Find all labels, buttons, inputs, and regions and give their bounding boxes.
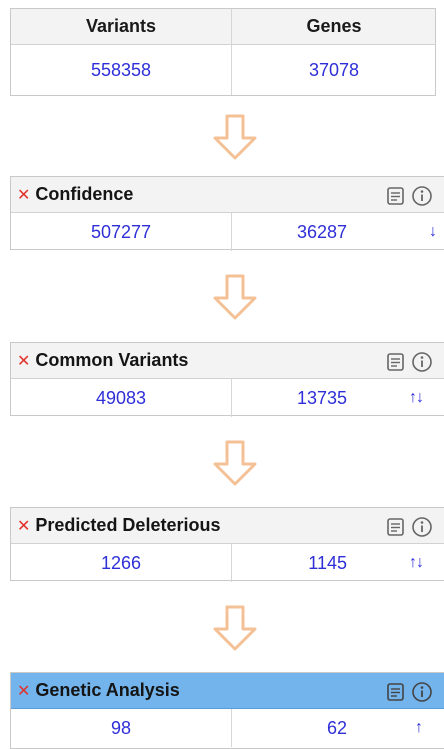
genes-count[interactable]: 13735 bbox=[231, 379, 347, 417]
down-arrow-icon bbox=[213, 114, 257, 160]
genes-column-header: Genes bbox=[306, 16, 362, 36]
variants-count[interactable]: 558358 bbox=[11, 45, 231, 95]
column-divider bbox=[231, 544, 232, 582]
filter-title: ✕ Common Variants bbox=[17, 350, 189, 370]
filter-title: ✕ Genetic Analysis bbox=[17, 680, 180, 700]
variants-count[interactable]: 1266 bbox=[11, 544, 231, 582]
filter-title: ✕ Confidence bbox=[17, 184, 134, 204]
down-arrow-icon bbox=[213, 274, 257, 320]
info-icon[interactable] bbox=[411, 681, 433, 703]
filter-counts-row: 98 62 ↑ bbox=[11, 709, 444, 747]
filter-box-common-variants: ✕ Common Variants 49083 13735 ↑↓ bbox=[10, 342, 444, 417]
filter-counts-row: 507277 36287 ↓ bbox=[11, 213, 444, 251]
sort-arrows-icon[interactable]: ↑↓ bbox=[409, 379, 424, 417]
remove-x-icon[interactable]: ✕ bbox=[17, 187, 30, 204]
filter-header: ✕ Genetic Analysis bbox=[11, 673, 444, 709]
filter-header: ✕ Confidence bbox=[11, 177, 444, 213]
remove-x-icon[interactable]: ✕ bbox=[17, 683, 30, 700]
info-icon[interactable] bbox=[411, 516, 433, 538]
filter-header-icons bbox=[385, 516, 433, 538]
column-divider bbox=[231, 213, 232, 251]
remove-x-icon[interactable]: ✕ bbox=[17, 353, 30, 370]
genes-count[interactable]: 62 bbox=[231, 709, 347, 747]
info-icon[interactable] bbox=[411, 185, 433, 207]
column-divider bbox=[231, 45, 232, 95]
notes-icon[interactable] bbox=[385, 681, 407, 703]
filter-counts-row: 49083 13735 ↑↓ bbox=[11, 379, 444, 417]
filter-box-genetic-analysis: ✕ Genetic Analysis 98 62 ↑ bbox=[10, 672, 444, 749]
genes-count[interactable]: 1145 bbox=[231, 544, 347, 582]
remove-x-icon[interactable]: ✕ bbox=[17, 518, 30, 535]
variants-count[interactable]: 49083 bbox=[11, 379, 231, 417]
notes-icon[interactable] bbox=[385, 516, 407, 538]
sort-arrows-icon[interactable]: ↑↓ bbox=[409, 544, 424, 582]
filter-header-icons bbox=[385, 351, 433, 373]
variants-count[interactable]: 98 bbox=[11, 709, 231, 747]
summary-panel: Variants Genes 558358 37078 bbox=[10, 8, 436, 96]
notes-icon[interactable] bbox=[385, 351, 407, 373]
variants-column-header: Variants bbox=[85, 16, 157, 36]
column-divider bbox=[231, 709, 232, 747]
filter-title: ✕ Predicted Deleterious bbox=[17, 515, 221, 535]
summary-header: Variants Genes bbox=[11, 9, 435, 45]
column-divider bbox=[231, 9, 232, 44]
filter-header: ✕ Predicted Deleterious bbox=[11, 508, 444, 544]
filter-box-predicted-deleterious: ✕ Predicted Deleterious 1266 1145 ↑↓ bbox=[10, 507, 444, 582]
down-arrow-icon bbox=[213, 605, 257, 651]
info-icon[interactable] bbox=[411, 351, 433, 373]
down-arrow-icon bbox=[213, 440, 257, 486]
filter-header-icons bbox=[385, 681, 433, 703]
filter-box-confidence: ✕ Confidence 507277 36287 ↓ bbox=[10, 176, 444, 251]
sort-arrows-icon[interactable]: ↓ bbox=[429, 213, 437, 251]
variants-count[interactable]: 507277 bbox=[11, 213, 231, 251]
sort-arrows-icon[interactable]: ↑ bbox=[415, 709, 423, 747]
filter-header: ✕ Common Variants bbox=[11, 343, 444, 379]
summary-counts-row: 558358 37078 bbox=[11, 45, 435, 95]
notes-icon[interactable] bbox=[385, 185, 407, 207]
filter-counts-row: 1266 1145 ↑↓ bbox=[11, 544, 444, 582]
filter-header-icons bbox=[385, 185, 433, 207]
genes-count[interactable]: 37078 bbox=[231, 45, 437, 95]
genes-count[interactable]: 36287 bbox=[231, 213, 347, 251]
column-divider bbox=[231, 379, 232, 417]
